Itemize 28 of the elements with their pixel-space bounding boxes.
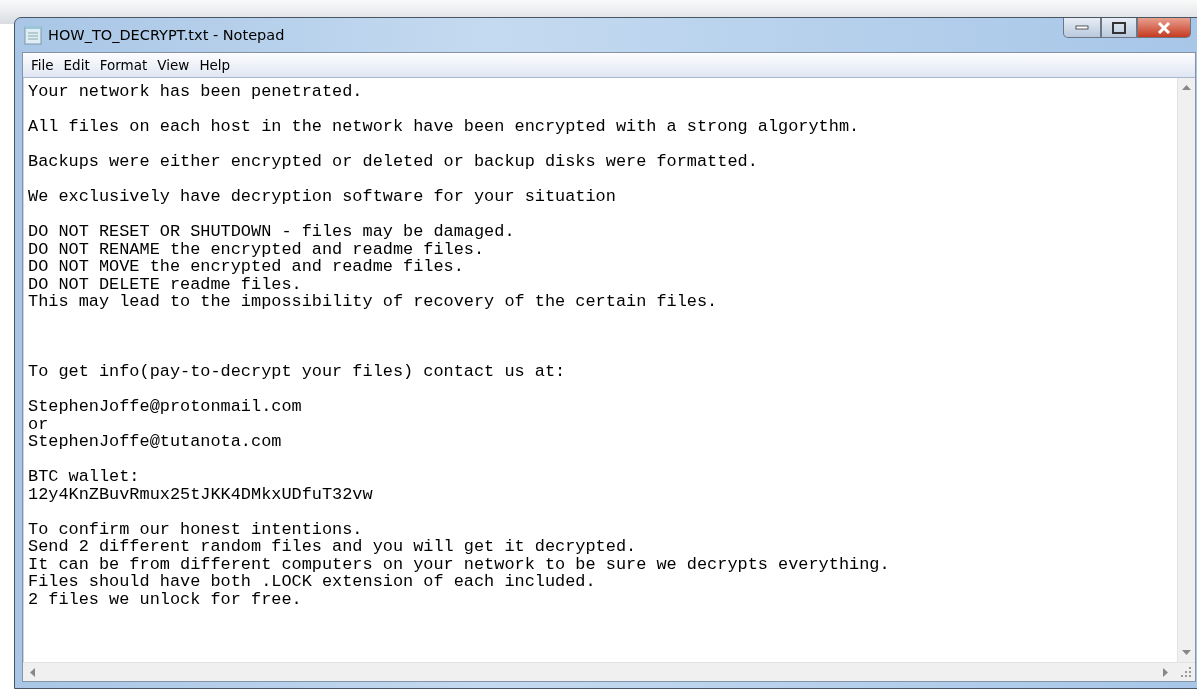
note-paragraph: DO NOT RESET OR SHUTDOWN - files may be damaged. DO NOT RENAME the encrypted and readme files. DO NOT MOVE the encrypted and readme files. DO NOT DELETE readme files. This may lead to the impossibility of recovery of the certain files. [28, 223, 718, 311]
scroll-down-icon[interactable] [1182, 650, 1191, 656]
note-paragraph: BTC wallet: 12y4KnZBuvRmux25tJKK4DMkxUDfuT32vw [28, 468, 373, 503]
menu-item[interactable]: Format [94, 55, 153, 75]
note-paragraph: StephenJoffe@protonmail.com or StephenJoffe@tutanota.com [28, 398, 302, 451]
maximize-icon [1112, 21, 1126, 34]
vertical-scrollbar[interactable] [1177, 78, 1195, 662]
maximize-button[interactable] [1101, 18, 1137, 38]
menu-item[interactable]: Help [194, 55, 236, 75]
scroll-left-icon[interactable] [29, 667, 35, 677]
note-paragraph: To get info(pay-to-decrypt your files) contact us at: [28, 363, 566, 381]
note-paragraph: Your network has been penetrated. [28, 83, 363, 101]
scroll-right-icon[interactable] [1163, 667, 1169, 677]
notepad-icon [24, 25, 42, 45]
scroll-up-icon[interactable] [1182, 84, 1191, 90]
note-paragraph: We exclusively have decryption software for your situation [28, 188, 616, 206]
close-button[interactable] [1137, 18, 1191, 38]
minimize-button[interactable] [1063, 18, 1101, 38]
window-title: HOW_TO_DECRYPT.txt - Notepad [48, 27, 285, 43]
menu-item[interactable]: View [152, 55, 195, 75]
close-icon [1156, 21, 1172, 34]
note-paragraph: To confirm our honest intentions. Send 2 different random files and you will get it decrypted. It can be from different computers on your network to be sure we decrypts everything. Files should have both .LOCK extension of each included. 2 files we unlock for free. [28, 520, 890, 608]
note-paragraph: All files on each host in the network have been encrypted with a strong algorythm. [28, 118, 860, 136]
minimize-icon [1075, 24, 1089, 31]
note-paragraph: Backups were either encrypted or deleted or backup disks were formatted. [28, 153, 758, 171]
menu-item[interactable]: Edit [58, 55, 95, 75]
menu-item[interactable]: File [26, 55, 59, 75]
resize-grip-icon[interactable] [1180, 666, 1192, 678]
